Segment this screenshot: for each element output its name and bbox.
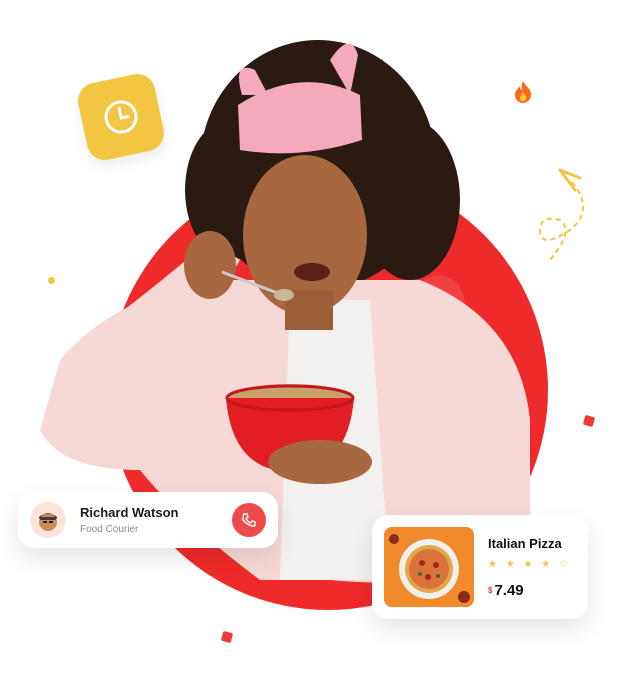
rating-stars: ★ ★ ★ ★ ☆ [488, 558, 571, 570]
courier-card: Richard Watson Food Courier [18, 492, 278, 548]
price-value: 7.49 [494, 581, 524, 599]
product-price: $7.49 [488, 582, 571, 599]
call-button[interactable] [232, 503, 266, 537]
paper-plane-icon [538, 168, 584, 261]
courier-avatar-icon [39, 513, 57, 531]
clock-badge [74, 70, 168, 164]
pizza-thumbnail [384, 527, 474, 607]
decorative-dot [48, 277, 55, 284]
courier-role: Food Courier [80, 524, 139, 535]
currency-symbol: $ [488, 586, 493, 596]
courier-name: Richard Watson [80, 505, 179, 520]
fire-icon [512, 80, 534, 110]
product-title: Italian Pizza [488, 535, 562, 551]
product-card[interactable]: Italian Pizza ★ ★ ★ ★ ☆ $7.49 [372, 515, 588, 619]
phone-icon [242, 513, 256, 527]
clock-icon [104, 100, 138, 134]
avatar [30, 502, 66, 538]
